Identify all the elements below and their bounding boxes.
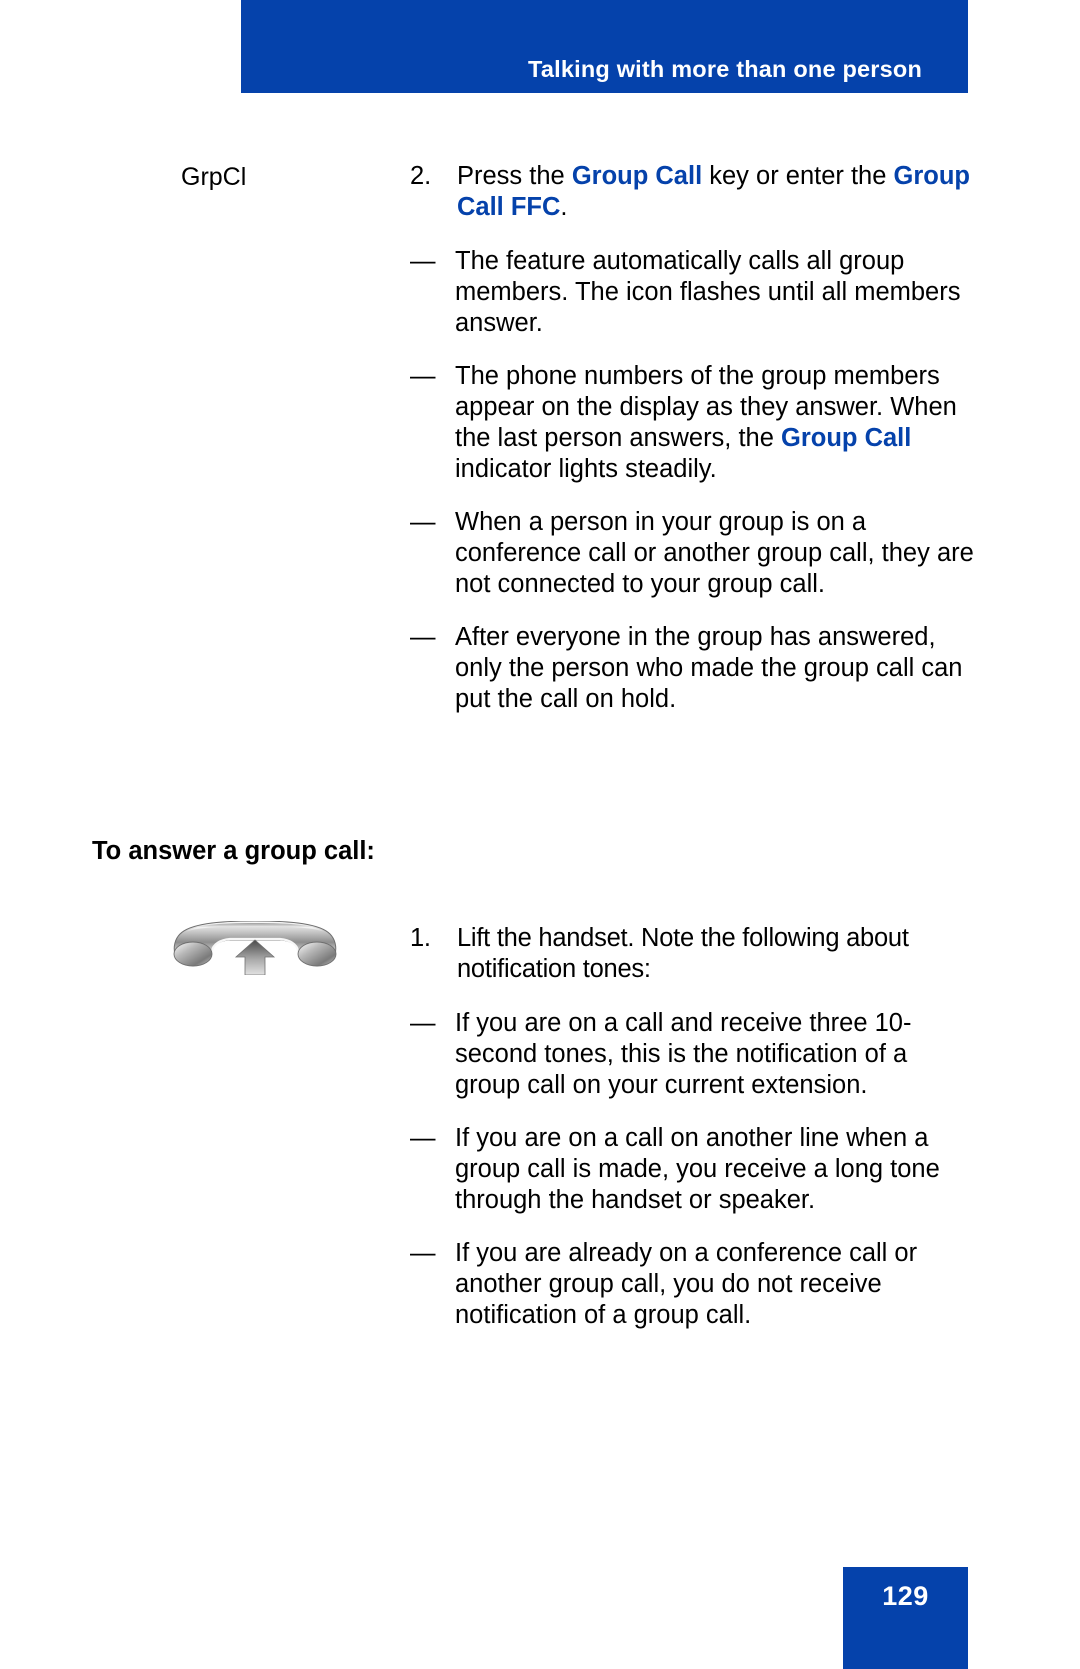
list-item-text: If you are on a call and receive three 1… (455, 1008, 975, 1101)
step-number: 2. (410, 162, 432, 190)
numbered-step: 2. Press the Group Call key or enter the… (410, 161, 975, 223)
body-text: After everyone in the group has answered… (455, 622, 963, 713)
step-block-2: GrpCl 2. Press the Group Call key or ent… (0, 161, 1080, 715)
body-text: If you are on a call and receive three 1… (455, 1008, 912, 1099)
step-text: Press the Group Call key or enter the Gr… (457, 161, 975, 223)
section-content: 1. Lift the handset. Note the following … (410, 923, 1080, 1331)
step-number: 1. (410, 924, 431, 952)
body-text: indicator lights steadily. (455, 454, 717, 483)
em-dash-marker: — (410, 1123, 436, 1152)
step-block-1: 1. Lift the handset. Note the following … (0, 923, 1080, 1331)
body-text: Lift the handset. Note the following abo… (457, 924, 909, 983)
em-dash-marker: — (410, 361, 436, 390)
em-dash-marker: — (410, 246, 436, 275)
em-dash-marker: — (410, 622, 436, 651)
em-dash-marker: — (410, 507, 436, 536)
header-band: Talking with more than one person (241, 0, 968, 93)
list-item: — After everyone in the group has answer… (410, 622, 975, 715)
footer-band: 129 (843, 1567, 968, 1669)
section-gutter (0, 923, 410, 1331)
list-item-text: If you are already on a conference call … (455, 1238, 975, 1331)
section-heading: To answer a group call: (92, 837, 375, 865)
page-number: 129 (882, 1581, 929, 1611)
list-item-text: The phone numbers of the group members a… (455, 361, 975, 485)
emphasis-text: Group Call (571, 162, 703, 190)
step-bullet-list: — The feature automatically calls all gr… (410, 246, 975, 715)
numbered-step: 1. Lift the handset. Note the following … (410, 923, 975, 985)
body-text: If you are on a call on another line whe… (455, 1123, 940, 1214)
feature-key-label: GrpCl (181, 163, 247, 191)
list-item: — If you are on a call and receive three… (410, 1008, 975, 1101)
body-text: . (560, 192, 568, 221)
list-item-text: The feature automatically calls all grou… (455, 246, 975, 339)
body-text: The feature automatically calls all grou… (455, 246, 961, 337)
step-text: Lift the handset. Note the following abo… (457, 923, 975, 985)
body-text: When a person in your group is on a conf… (455, 507, 974, 598)
step-content: 2. Press the Group Call key or enter the… (410, 161, 1080, 715)
list-item-text: If you are on a call on another line whe… (455, 1123, 975, 1216)
list-item: — The phone numbers of the group members… (410, 361, 975, 485)
list-item: — If you are on a call on another line w… (410, 1123, 975, 1216)
list-item-text: When a person in your group is on a conf… (455, 507, 975, 600)
page-title: Talking with more than one person (528, 56, 922, 82)
em-dash-marker: — (410, 1238, 436, 1267)
list-item: — When a person in your group is on a co… (410, 507, 975, 600)
step-gutter: GrpCl (0, 161, 410, 715)
list-item-text: After everyone in the group has answered… (455, 622, 975, 715)
page-body: GrpCl 2. Press the Group Call key or ent… (0, 93, 1080, 1669)
body-text: Press the (457, 162, 572, 190)
em-dash-marker: — (410, 1008, 436, 1037)
list-item: — If you are already on a conference cal… (410, 1238, 975, 1331)
list-item: — The feature automatically calls all gr… (410, 246, 975, 339)
section-bullet-list: — If you are on a call and receive three… (410, 1008, 975, 1331)
body-text: key or enter the (702, 162, 894, 190)
emphasis-text: Group Call (781, 423, 912, 452)
body-text: If you are already on a conference call … (455, 1238, 918, 1329)
